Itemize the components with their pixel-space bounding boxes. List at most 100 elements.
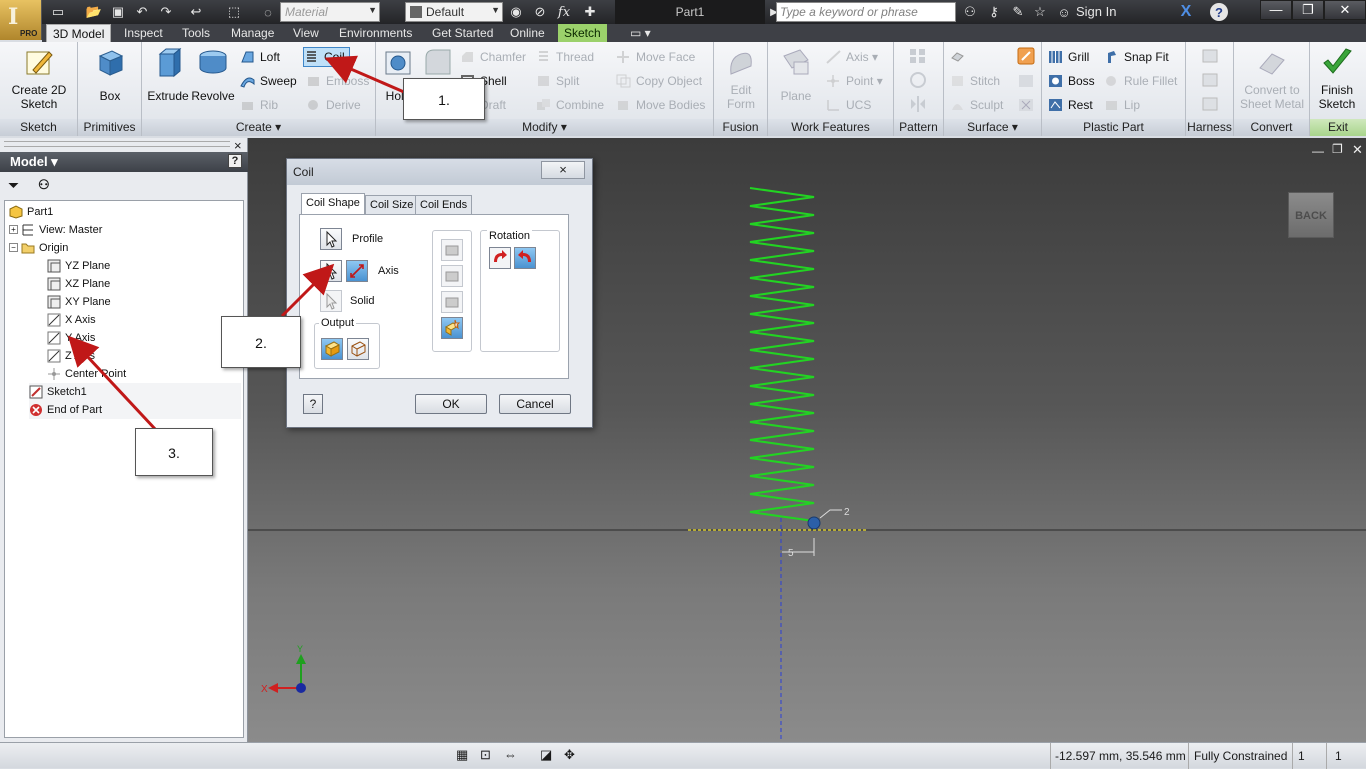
combine-button[interactable]: Combine xyxy=(536,96,604,114)
browser-close-button[interactable]: × xyxy=(234,138,242,153)
move-bodies-button[interactable]: Move Bodies xyxy=(616,96,705,114)
tab-manage[interactable]: Manage xyxy=(225,24,280,42)
flip-axis-button[interactable] xyxy=(346,260,368,282)
extrude-button[interactable]: Extrude xyxy=(144,46,192,103)
harness-icon-3[interactable] xyxy=(1200,95,1220,113)
rotation-clockwise-button[interactable] xyxy=(489,247,511,269)
output-solid-button[interactable] xyxy=(321,338,343,360)
browser-title-dropdown[interactable]: Model ▾ xyxy=(10,154,58,169)
harness-icon-1[interactable] xyxy=(1200,47,1220,65)
exchange-icon[interactable]: X xyxy=(1176,3,1196,21)
chamfer-button[interactable]: Chamfer xyxy=(460,48,526,66)
stitch-button[interactable]: Stitch xyxy=(950,72,1000,90)
tree-node-origin[interactable]: − Origin xyxy=(9,239,68,257)
tree-node-yz-plane[interactable]: YZ Plane xyxy=(47,257,110,275)
create-2d-sketch-button[interactable]: Create 2D Sketch xyxy=(4,46,74,111)
restore-button[interactable]: ❐ xyxy=(1292,0,1324,20)
circular-pattern-icon[interactable] xyxy=(908,71,928,89)
loft-button[interactable]: Loft xyxy=(240,48,280,66)
tree-node-end-of-part[interactable]: End of Part xyxy=(29,401,241,419)
expand-icon[interactable]: + xyxy=(9,225,18,234)
tree-node-part1[interactable]: Part1 xyxy=(9,203,53,221)
tab-coil-size[interactable]: Coil Size xyxy=(365,195,419,215)
rectangular-pattern-icon[interactable] xyxy=(908,47,928,65)
update-icon[interactable]: ◌ xyxy=(258,3,278,21)
rest-button[interactable]: Rest xyxy=(1048,96,1093,114)
thread-button[interactable]: Thread xyxy=(536,48,594,66)
copy-object-button[interactable]: Copy Object xyxy=(616,72,702,90)
rule-fillet-button[interactable]: Rule Fillet xyxy=(1104,72,1177,90)
tree-node-y-axis[interactable]: Y Axis xyxy=(47,329,95,347)
appearance-icon[interactable]: ◉ xyxy=(506,3,526,21)
coil-button[interactable]: Coil xyxy=(303,47,350,67)
tab-3d-model[interactable]: 3D Model xyxy=(46,24,112,42)
axis-select-button[interactable] xyxy=(320,260,342,282)
filter-icon[interactable]: ⏷ xyxy=(8,177,19,194)
plane-button[interactable]: Plane xyxy=(772,46,820,103)
tree-node-xz-plane[interactable]: XZ Plane xyxy=(47,275,110,293)
select-icon[interactable]: ⬚ xyxy=(224,3,244,21)
dialog-close-button[interactable]: × xyxy=(541,161,585,179)
dimension-icon[interactable]: ⇔ xyxy=(504,747,517,762)
convert-to-sheet-metal-button[interactable]: Convert to Sheet Metal xyxy=(1236,46,1308,111)
redo-icon[interactable]: ↷ xyxy=(156,3,176,21)
tab-coil-ends[interactable]: Coil Ends xyxy=(415,195,473,215)
help-button[interactable]: ? xyxy=(1210,3,1228,21)
browser-grip[interactable] xyxy=(4,141,230,147)
finish-sketch-button[interactable]: Finish Sketch xyxy=(1312,46,1362,111)
solid-select-button[interactable] xyxy=(320,290,342,312)
profile-select-button[interactable] xyxy=(320,228,342,250)
show-constraints-icon[interactable]: ◪ xyxy=(540,747,552,763)
return-icon[interactable]: ↩ xyxy=(186,3,206,21)
intersect-button[interactable] xyxy=(441,291,463,313)
split-button[interactable]: Split xyxy=(536,72,579,90)
harness-icon-2[interactable] xyxy=(1200,71,1220,89)
mirror-icon[interactable] xyxy=(908,95,928,113)
user-icon[interactable]: ☺ xyxy=(1054,3,1074,21)
viewport-restore-icon[interactable]: ❐ xyxy=(1332,142,1343,156)
ucs-button[interactable]: UCS xyxy=(826,96,871,114)
key-icon[interactable]: ⚷ xyxy=(984,3,1004,21)
viewport-minimize-icon[interactable]: — xyxy=(1312,144,1324,158)
join-button[interactable] xyxy=(441,239,463,261)
material-combo[interactable]: Material ▼ xyxy=(280,2,380,22)
revolve-button[interactable]: Revolve xyxy=(190,46,236,103)
tab-environments[interactable]: Environments xyxy=(333,24,418,42)
save-icon[interactable]: ▣ xyxy=(108,3,128,21)
tab-sketch[interactable]: Sketch xyxy=(558,24,607,42)
cancel-button[interactable]: Cancel xyxy=(499,394,571,414)
tools-icon[interactable]: ✎ xyxy=(1008,3,1028,21)
axis-button[interactable]: Axis ▾ xyxy=(826,48,878,66)
undo-icon[interactable]: ↶ xyxy=(132,3,152,21)
tab-inspect[interactable]: Inspect xyxy=(118,24,169,42)
grid-snap-icon[interactable]: ▦ xyxy=(456,747,468,763)
rotation-counterclockwise-button[interactable] xyxy=(514,247,536,269)
point-button[interactable]: Point ▾ xyxy=(826,72,883,90)
viewport-close-icon[interactable]: ✕ xyxy=(1352,142,1363,158)
patch-icon[interactable] xyxy=(1016,46,1036,66)
lip-button[interactable]: Lip xyxy=(1104,96,1140,114)
close-button[interactable]: ✕ xyxy=(1324,0,1366,20)
ok-button[interactable]: OK xyxy=(415,394,487,414)
degrees-of-freedom-icon[interactable]: ✥ xyxy=(564,747,575,763)
sweep-button[interactable]: Sweep xyxy=(240,72,297,90)
tree-node-xy-plane[interactable]: XY Plane xyxy=(47,293,111,311)
output-surface-button[interactable] xyxy=(347,338,369,360)
parameters-icon[interactable]: fx xyxy=(554,3,574,21)
cut-button[interactable] xyxy=(441,265,463,287)
derive-button[interactable]: Derive xyxy=(306,96,361,114)
tab-online[interactable]: Online xyxy=(504,24,551,42)
trim-icon[interactable] xyxy=(1016,72,1036,90)
constraint-icon[interactable]: ⊡ xyxy=(480,747,491,763)
tree-node-center-point[interactable]: Center Point xyxy=(47,365,126,383)
edit-form-button[interactable]: Edit Form xyxy=(716,46,766,111)
move-face-button[interactable]: Move Face xyxy=(616,48,695,66)
open-icon[interactable]: 📂 xyxy=(84,3,104,21)
grill-button[interactable]: Grill xyxy=(1048,48,1089,66)
box-button[interactable]: Box xyxy=(86,46,134,103)
sign-in-link[interactable]: Sign In xyxy=(1076,4,1116,19)
tab-tools[interactable]: Tools xyxy=(176,24,216,42)
collapse-icon[interactable]: − xyxy=(9,243,18,252)
new-solid-button[interactable] xyxy=(441,317,463,339)
clear-appearance-icon[interactable]: ⊘ xyxy=(530,3,550,21)
